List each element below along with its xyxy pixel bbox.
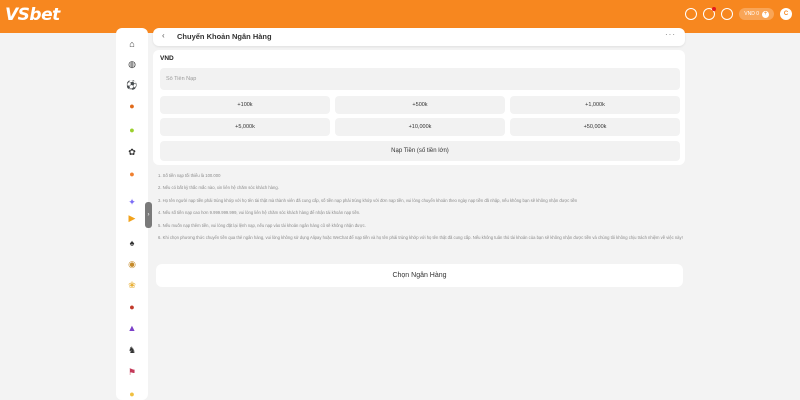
currency-label: VND: [160, 55, 174, 62]
fish-icon[interactable]: ✦: [126, 196, 138, 208]
balance-pill[interactable]: VND 0 +: [739, 8, 774, 20]
coin-icon[interactable]: ●: [126, 388, 138, 400]
amount-input[interactable]: [160, 68, 680, 90]
sidebar-collapse-handle[interactable]: ›: [145, 202, 152, 228]
deposit-panel: VND +100k +500k +1,000k +5,000k +10,000k…: [153, 50, 685, 165]
sidebar: ⌂ ◍ ⚽ ● ● ✿ ● ✦ ▶ ♠ ◉ ❀ ● ▲ ♞ ⚑ ●: [116, 28, 148, 400]
quick-amount-button[interactable]: +5,000k: [160, 118, 330, 136]
quick-amount-button[interactable]: +100k: [160, 96, 330, 114]
soccer-icon[interactable]: ⚽: [126, 79, 138, 91]
poker-chip-icon[interactable]: ◉: [126, 258, 138, 270]
esports-icon[interactable]: ▲: [126, 322, 138, 334]
video-icon[interactable]: ▶: [126, 212, 138, 224]
note-item: 2. Nếu có bất kỳ thắc mắc nào, xin liên …: [158, 185, 279, 190]
bell-icon[interactable]: [703, 7, 717, 20]
note-item: 1. Số tiền nạp tối thiểu là 100.000: [158, 173, 221, 178]
spade-icon[interactable]: ♠: [126, 237, 138, 249]
slot-icon[interactable]: ❀: [126, 279, 138, 291]
volleyball-icon[interactable]: ●: [126, 168, 138, 180]
quick-amount-button[interactable]: +1,000k: [510, 96, 680, 114]
lottery-icon[interactable]: ✿: [126, 146, 138, 158]
avatar[interactable]: C: [780, 8, 792, 20]
quick-amount-button[interactable]: +50,000k: [510, 118, 680, 136]
choose-bank-button[interactable]: Chọn Ngân Hàng: [156, 264, 683, 287]
page-title: Chuyển Khoản Ngân Hàng: [177, 32, 272, 41]
home-icon[interactable]: ⌂: [126, 38, 138, 50]
wallet-icon[interactable]: [685, 8, 698, 20]
headset-icon[interactable]: [721, 8, 734, 20]
note-item: 6. Khi chọn phương thức chuyển tiền qua …: [158, 235, 683, 240]
note-item: 3. Họ tên người nạp tiền phải trùng khớp…: [158, 198, 578, 203]
basketball-icon[interactable]: ●: [126, 100, 138, 112]
flag-icon[interactable]: ⚑: [126, 366, 138, 378]
note-item: 4. Nếu số tiền nạp cao hơn 9.999.999.999…: [158, 210, 361, 215]
cockfight-icon[interactable]: ●: [126, 301, 138, 313]
page-header: ‹ Chuyển Khoản Ngân Hàng ···: [153, 28, 685, 46]
add-funds-icon[interactable]: +: [762, 10, 769, 18]
quick-amount-button[interactable]: +10,000k: [335, 118, 505, 136]
balance-text: VND 0: [744, 11, 759, 17]
more-icon[interactable]: ···: [665, 30, 676, 39]
horse-icon[interactable]: ♞: [126, 344, 138, 356]
back-icon[interactable]: ‹: [162, 31, 165, 40]
quick-amount-button[interactable]: +500k: [335, 96, 505, 114]
globe-icon[interactable]: ◍: [126, 58, 138, 70]
top-icons: VND 0 + C: [685, 7, 792, 21]
vsbet-logo[interactable]: VSbet: [5, 5, 60, 25]
deposit-submit-button[interactable]: Nạp Tiền (số tiền lớn): [160, 141, 680, 161]
tennis-icon[interactable]: ●: [126, 124, 138, 136]
note-item: 5. Nếu muốn nạp thêm tiền, vui lòng đặt …: [158, 223, 366, 228]
